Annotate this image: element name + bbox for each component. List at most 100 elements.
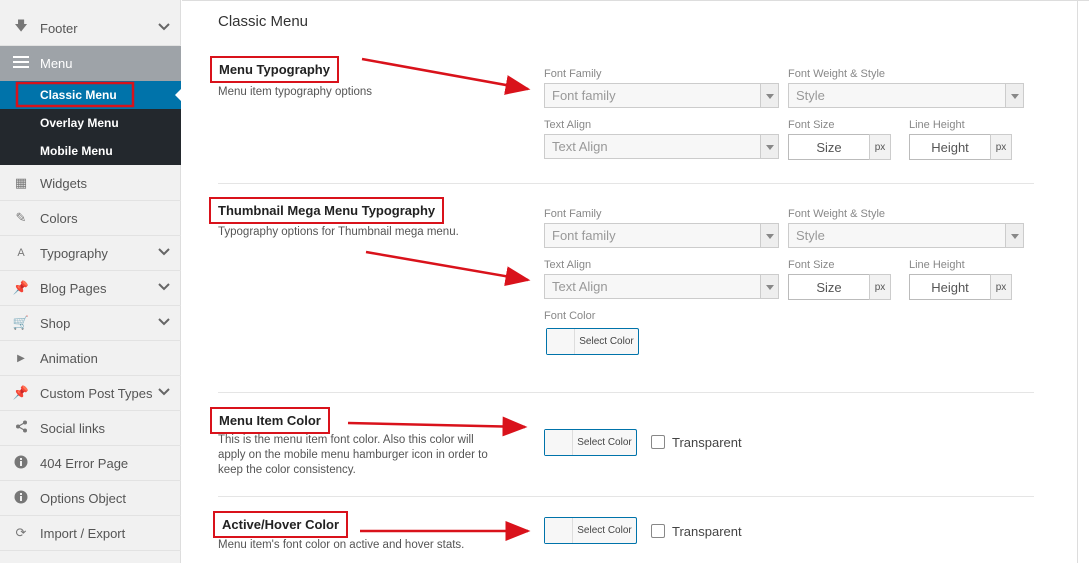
transparent-label: Transparent — [672, 524, 742, 539]
section-desc-line-3: keep the color consistency. — [218, 464, 356, 476]
thumb-line-height-input[interactable]: Height — [909, 274, 991, 300]
active-hover-color-picker[interactable]: Select Color — [544, 517, 637, 544]
sidebar-item-shop[interactable]: 🛒 Shop — [0, 306, 181, 341]
submenu-overlay-menu[interactable]: Overlay Menu — [0, 109, 181, 137]
transparent-checkbox[interactable] — [651, 524, 665, 538]
sidebar-item-social-links[interactable]: Social links — [0, 411, 181, 446]
line-height-unit: px — [990, 134, 1012, 160]
submenu-label: Mobile Menu — [40, 144, 113, 158]
chevron-down-icon — [158, 318, 170, 326]
font-size-unit: px — [869, 274, 891, 300]
section-divider — [218, 392, 1034, 393]
submenu-classic-menu[interactable]: Classic Menu — [0, 81, 181, 109]
section-desc-menu-typography: Menu item typography options — [218, 86, 373, 98]
chevron-down-icon — [158, 283, 170, 291]
text-align-select[interactable]: Text Align — [544, 134, 779, 159]
sidebar-item-label: Options Object — [40, 490, 126, 506]
font-family-label: Font Family — [544, 208, 602, 220]
font-family-select[interactable]: Font family — [544, 83, 779, 108]
sidebar-item-custom-post-types[interactable]: 📌 Custom Post Types — [0, 376, 181, 411]
section-divider — [218, 183, 1034, 184]
caret-down-icon — [760, 135, 778, 158]
cart-icon: 🛒 — [12, 315, 30, 330]
sidebar-item-404-error-page[interactable]: 404 Error Page — [0, 446, 181, 481]
section-desc-active-hover: Menu item's font color on active and hov… — [218, 539, 465, 551]
section-title-menu-typography: Menu Typography — [210, 56, 339, 83]
section-desc-line-2: apply on the mobile menu hamburger icon … — [218, 449, 488, 461]
arrow-down-icon: 🡇 — [14, 18, 28, 33]
sidebar-item-label: Colors — [40, 210, 78, 226]
color-swatch — [545, 518, 573, 543]
sidebar-item-blog-pages[interactable]: 📌 Blog Pages — [0, 271, 181, 306]
sidebar-item-label: Footer — [40, 20, 78, 36]
right-border — [1077, 0, 1078, 563]
typography-icon: A — [17, 247, 25, 259]
sidebar-item-import-export[interactable]: ⟳ Import / Export — [0, 516, 181, 551]
font-weight-label: Font Weight & Style — [788, 68, 886, 80]
select-color-label: Select Color — [577, 525, 632, 536]
font-size-input[interactable]: Size — [788, 134, 870, 160]
thumb-font-size-input[interactable]: Size — [788, 274, 870, 300]
submenu-mobile-menu[interactable]: Mobile Menu — [0, 137, 181, 165]
sidebar-item-typography[interactable]: A Typography — [0, 236, 181, 271]
page-title: Classic Menu — [218, 13, 309, 30]
sidebar-item-options-object[interactable]: Options Object — [0, 481, 181, 516]
section-title-thumbnail-typography: Thumbnail Mega Menu Typography — [209, 197, 445, 224]
submenu-label: Classic Menu — [40, 88, 117, 102]
sidebar-item-colors[interactable]: ✎ Colors — [0, 201, 181, 236]
submenu-label: Overlay Menu — [40, 116, 119, 130]
text-align-label: Text Align — [544, 259, 592, 271]
font-weight-select[interactable]: Style — [788, 83, 1024, 108]
section-divider — [218, 496, 1034, 497]
section-title-menu-item-color: Menu Item Color — [210, 407, 330, 434]
line-height-label: Line Height — [909, 259, 965, 271]
select-color-label: Select Color — [577, 437, 632, 448]
sidebar-item-animation[interactable]: ▶ Animation — [0, 341, 181, 376]
sidebar-item-label: Social links — [40, 420, 106, 436]
sidebar-item-label: Typography — [40, 245, 108, 261]
font-size-unit: px — [869, 134, 891, 160]
sidebar-item-footer[interactable]: 🡇 Footer — [0, 11, 181, 46]
section-desc-line-1: This is the menu item font color. Also t… — [218, 434, 474, 446]
thumb-font-family-select[interactable]: Font family — [544, 223, 779, 248]
font-family-placeholder: Font family — [552, 228, 616, 243]
font-size-label: Font Size — [788, 259, 835, 271]
info-icon — [12, 490, 30, 507]
thumb-font-color-picker[interactable]: Select Color — [546, 328, 639, 355]
caret-down-icon — [1005, 84, 1023, 107]
pin-icon: 📌 — [12, 385, 30, 400]
line-height-label: Line Height — [909, 119, 965, 131]
sidebar-item-label: Animation — [40, 350, 98, 366]
font-color-label: Font Color — [544, 310, 596, 322]
sidebar-item-label: Import / Export — [40, 525, 126, 541]
section-desc-thumbnail-typography: Typography options for Thumbnail mega me… — [218, 226, 459, 238]
menu-item-color-picker[interactable]: Select Color — [544, 429, 637, 456]
brush-icon: ✎ — [15, 210, 27, 225]
play-icon: ▶ — [17, 352, 25, 364]
section-title-active-hover-color: Active/Hover Color — [213, 511, 349, 538]
color-swatch — [545, 430, 573, 455]
font-family-label: Font Family — [544, 68, 602, 80]
sidebar-item-label: Custom Post Types — [40, 385, 153, 401]
main-panel: Classic Menu Menu Typography Menu item t… — [182, 0, 1089, 563]
info-icon — [12, 455, 30, 472]
sidebar-item-label: Shop — [40, 315, 71, 331]
caret-down-icon — [760, 84, 778, 107]
sidebar-item-label: 404 Error Page — [40, 455, 129, 471]
thumb-text-align-select[interactable]: Text Align — [544, 274, 779, 299]
sidebar-item-menu[interactable]: Menu — [0, 46, 181, 81]
caret-down-icon — [1005, 224, 1023, 247]
pin-icon: 📌 — [12, 280, 30, 295]
text-align-placeholder: Text Align — [552, 139, 608, 154]
chevron-down-icon — [158, 248, 170, 256]
widgets-icon: ▦ — [14, 175, 28, 190]
transparent-label: Transparent — [672, 435, 742, 450]
thumb-font-weight-select[interactable]: Style — [788, 223, 1024, 248]
color-swatch — [547, 329, 575, 354]
transparent-checkbox[interactable] — [651, 435, 665, 449]
sidebar-item-widgets[interactable]: ▦ Widgets — [0, 166, 181, 201]
font-family-placeholder: Font family — [552, 88, 616, 103]
text-align-label: Text Align — [544, 119, 592, 131]
chevron-down-icon — [158, 388, 170, 396]
line-height-input[interactable]: Height — [909, 134, 991, 160]
